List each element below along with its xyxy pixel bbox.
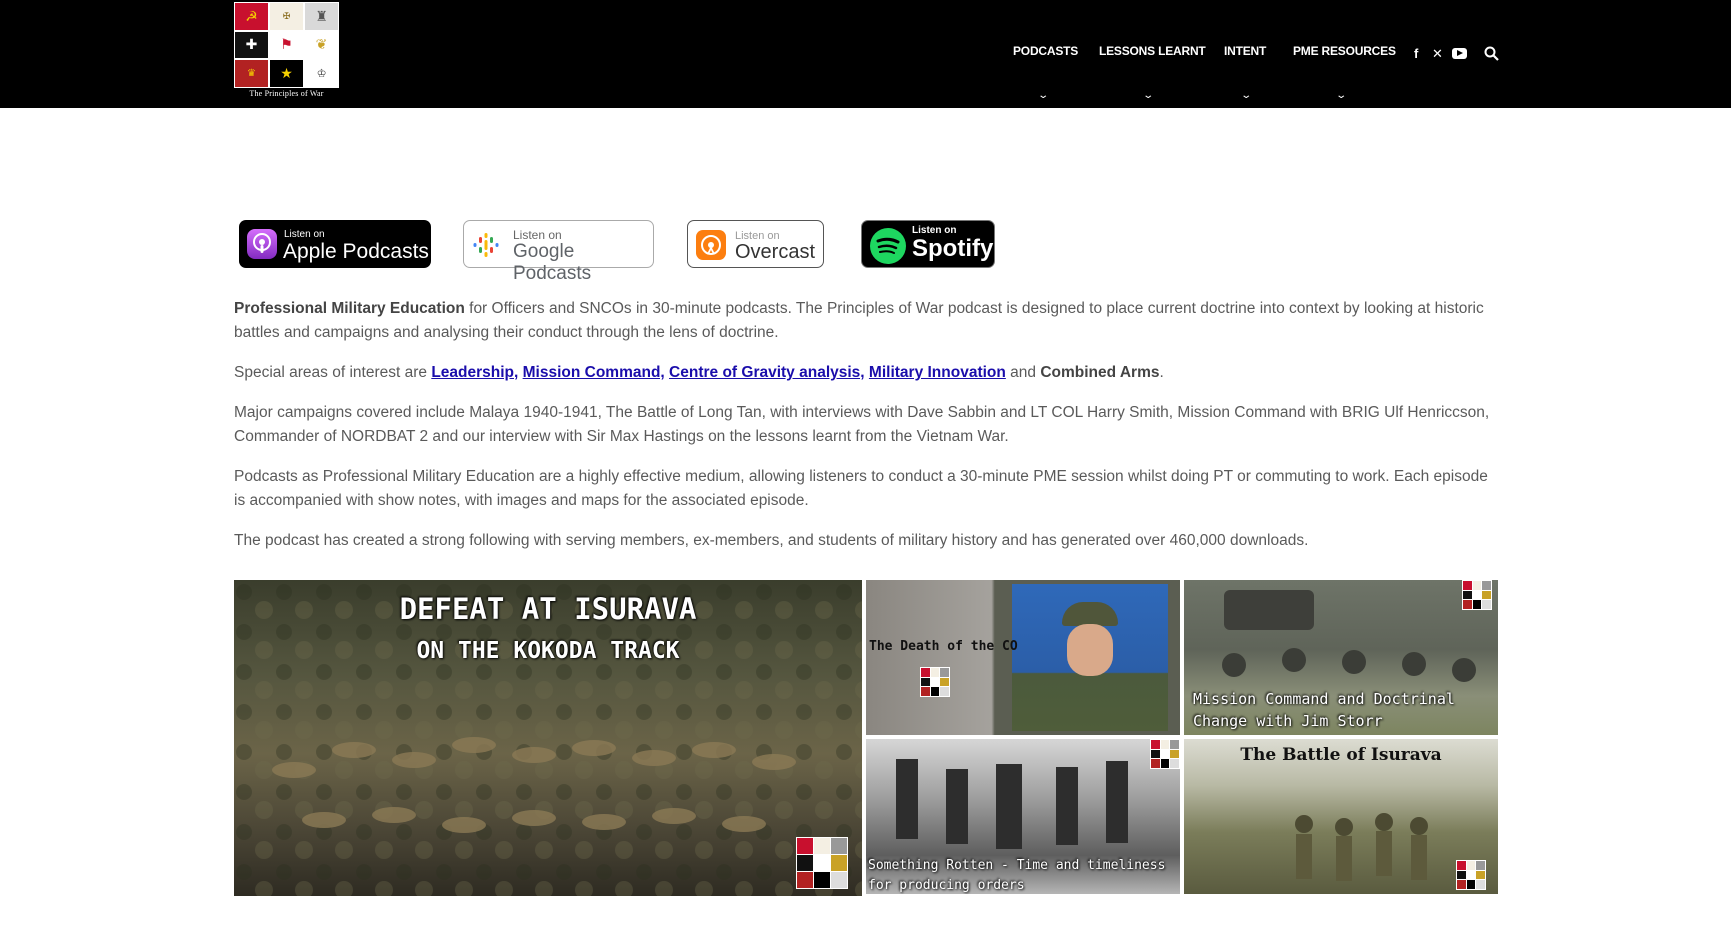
tile-title-line2: Change with Jim Storr: [1193, 712, 1383, 730]
tile-title-line2: ON THE KOKODA TRACK: [416, 638, 680, 664]
google-podcasts-icon: [473, 233, 499, 257]
tile-title-line1: Something Rotten - Time and timeliness: [868, 858, 1166, 873]
badge-small-text: Listen on: [284, 229, 325, 240]
tile-title-line2: for producing orders: [868, 878, 1025, 893]
chevron-down-icon[interactable]: ⌄: [1142, 90, 1154, 101]
tile-title: The Death of the CO: [869, 639, 1018, 654]
episode-tile-defeat-at-isurava[interactable]: DEFEAT AT ISURAVA ON THE KOKODA TRACK: [234, 580, 862, 896]
army-crest-icon: ✠: [270, 3, 303, 30]
nav-lessons-learnt[interactable]: LESSONS LEARNT: [1099, 44, 1206, 58]
chevron-down-icon[interactable]: ⌄: [1240, 90, 1252, 101]
google-podcasts-badge[interactable]: Listen on Google Podcasts: [463, 220, 654, 284]
link-mission-command[interactable]: Mission Command,: [523, 364, 665, 381]
badge-large-text: Google Podcasts: [513, 241, 592, 284]
medium-paragraph: Podcasts as Professional Military Educat…: [234, 468, 1488, 509]
spotify-badge[interactable]: Listen on Spotify: [861, 220, 995, 268]
statue-icon: ♜: [305, 3, 338, 30]
podcast-logo-icon: [796, 837, 848, 889]
tile-title-line1: DEFEAT AT ISURAVA: [399, 592, 697, 626]
link-military-innovation[interactable]: Military Innovation: [869, 364, 1006, 381]
episode-tile-mission-command[interactable]: Mission Command and Doctrinal Change wit…: [1184, 580, 1498, 735]
link-leadership[interactable]: Leadership,: [431, 364, 518, 381]
podcast-logo-icon: [1150, 739, 1180, 769]
nav-intent[interactable]: INTENT: [1224, 44, 1266, 58]
roman-eagle-icon: ♛: [235, 60, 268, 87]
facebook-icon[interactable]: f: [1414, 46, 1418, 61]
nav-pme-resources[interactable]: PME RESOURCES: [1293, 44, 1396, 58]
apple-podcasts-icon: [247, 229, 277, 259]
chevron-down-icon[interactable]: ⌄: [1335, 90, 1347, 101]
logo-grid: ☭ ✠ ♜ ✚ ⚑ ❦ ♛ ★ ♔: [234, 2, 339, 88]
royal-crest-icon: ♔: [305, 60, 338, 87]
badge-large-text: Spotify: [912, 235, 994, 262]
overcast-badge[interactable]: Listen on Overcast: [687, 220, 824, 268]
hammer-sickle-icon: ☭: [235, 3, 268, 30]
overcast-icon: [696, 230, 726, 260]
search-icon[interactable]: [1484, 46, 1499, 64]
badge-large-text: Apple Podcasts: [283, 240, 429, 263]
kangaroo-icon: ⚑: [270, 31, 303, 59]
interest-paragraph: Special areas of interest are Leadership…: [234, 361, 1499, 385]
period-text: .: [1159, 364, 1164, 381]
podcast-logo-icon: [920, 667, 950, 697]
interest-intro: Special areas of interest are: [234, 364, 432, 381]
tile-title-line1: Mission Command and Doctrinal: [1193, 690, 1455, 708]
chevron-down-icon[interactable]: ⌄: [1037, 90, 1049, 101]
officer-portrait: [1012, 584, 1168, 731]
spotify-icon: [870, 228, 906, 264]
youtube-icon[interactable]: [1452, 48, 1467, 59]
podcast-logo-icon: [1456, 860, 1486, 890]
episode-tile-battle-of-isurava[interactable]: The Battle of Isurava: [1184, 739, 1498, 894]
tile-title: The Battle of Isurava: [1240, 745, 1442, 765]
badge-large-text: Overcast: [735, 241, 816, 263]
badge-small-text: Listen on: [513, 228, 562, 242]
laurel-icon: ❦: [305, 31, 338, 59]
us-army-star-icon: ★: [270, 60, 303, 87]
episode-tile-death-of-the-co[interactable]: The Death of the CO: [866, 580, 1180, 735]
logo-caption: The Principles of War: [234, 88, 339, 100]
episode-tile-something-rotten[interactable]: Something Rotten - Time and timeliness f…: [866, 739, 1180, 894]
following-paragraph: The podcast has created a strong followi…: [234, 532, 1309, 549]
link-centre-of-gravity[interactable]: Centre of Gravity analysis,: [669, 364, 865, 381]
combined-arms-bold: Combined Arms: [1040, 364, 1160, 381]
soldiers-photo: [234, 580, 862, 896]
campaigns-paragraph: Major campaigns covered include Malaya 1…: [234, 404, 1490, 445]
nav-podcasts[interactable]: PODCASTS: [1013, 44, 1078, 58]
apple-podcasts-badge[interactable]: Listen on Apple Podcasts: [239, 220, 431, 268]
site-logo[interactable]: ☭ ✠ ♜ ✚ ⚑ ❦ ♛ ★ ♔ The Principles of War: [234, 2, 339, 100]
site-header: ☭ ✠ ♜ ✚ ⚑ ❦ ♛ ★ ♔ The Principles of War …: [0, 0, 1731, 108]
iron-cross-icon: ✚: [235, 31, 268, 59]
intro-paragraph: Professional Military Education for Offi…: [234, 297, 1499, 345]
pme-bold: Professional Military Education: [234, 300, 465, 317]
x-icon[interactable]: ✕: [1432, 46, 1443, 62]
podcast-logo-icon: [1462, 580, 1492, 610]
and-text: and: [1005, 364, 1041, 381]
